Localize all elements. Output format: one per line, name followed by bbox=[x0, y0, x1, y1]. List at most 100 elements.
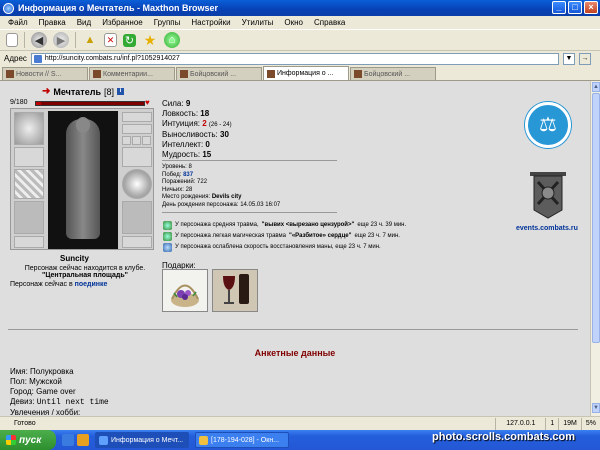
boots-slot[interactable] bbox=[122, 201, 152, 234]
tab-combats-2[interactable]: Бойцовский ... bbox=[350, 67, 436, 80]
media-icon[interactable] bbox=[77, 434, 89, 446]
tab-news[interactable]: Новости // S... bbox=[2, 67, 88, 80]
stat-agility: Ловкость: 18 bbox=[162, 109, 232, 119]
hp-text: 9/180 bbox=[10, 99, 28, 106]
menu-help[interactable]: Справка bbox=[314, 18, 345, 27]
profile-label: Имя: bbox=[10, 367, 28, 376]
minimize-button[interactable]: _ bbox=[552, 1, 566, 14]
info-value: 8 bbox=[188, 164, 192, 170]
address-go-icon[interactable]: → bbox=[578, 52, 591, 65]
stat-label: Ловкость: bbox=[162, 109, 199, 118]
scroll-up-icon[interactable]: ▲ bbox=[592, 82, 600, 92]
profile-data: Имя: Полукровка Пол: Мужской Город: Game… bbox=[10, 367, 109, 416]
menu-file[interactable]: Файл bbox=[8, 18, 28, 27]
menu-window[interactable]: Окно bbox=[284, 18, 303, 27]
scrollbar-thumb[interactable] bbox=[592, 93, 600, 343]
stat-value: 15 bbox=[202, 150, 212, 159]
info-icon[interactable]: i bbox=[117, 88, 124, 95]
address-input[interactable]: http://suncity.combats.ru/inf.pl?1052914… bbox=[30, 52, 559, 65]
status-memory: 19M bbox=[558, 417, 581, 430]
stat-label: Мудрость: bbox=[162, 150, 201, 159]
effect-time: еще 23 ч. 7 мин. bbox=[354, 233, 400, 239]
judges-logo[interactable]: ⚖ bbox=[525, 102, 571, 148]
tab-favicon-icon bbox=[6, 70, 14, 78]
duel-link[interactable]: поединке bbox=[75, 281, 108, 288]
start-button[interactable]: пуск bbox=[0, 430, 56, 450]
gloves-slot[interactable] bbox=[122, 147, 152, 167]
tab-favicon-icon bbox=[180, 70, 188, 78]
favorites-star-icon[interactable]: ★ bbox=[142, 32, 158, 48]
events-link[interactable]: events.combats.ru bbox=[516, 225, 578, 232]
close-button[interactable]: × bbox=[584, 1, 598, 14]
quick-launch bbox=[62, 434, 89, 446]
location-place: "Центральная площадь" bbox=[42, 272, 128, 279]
character-silhouette bbox=[48, 111, 118, 249]
amulet-slot[interactable] bbox=[122, 124, 152, 134]
info-value[interactable]: 837 bbox=[183, 172, 193, 178]
bracers-slot[interactable] bbox=[14, 147, 44, 167]
refresh-icon[interactable]: ↻ bbox=[123, 33, 136, 47]
equipment-panel bbox=[10, 108, 154, 250]
scroll-down-icon[interactable]: ▼ bbox=[592, 403, 600, 413]
profile-motto: Девиз: Until next time bbox=[10, 397, 109, 408]
hp-bar bbox=[35, 101, 145, 106]
taskbar-item-window[interactable]: [178-194-028] - Окн... bbox=[195, 432, 289, 448]
info-label: Уровень: bbox=[162, 164, 187, 170]
info-draws: Ничьих: 28 bbox=[162, 187, 280, 195]
taskbar-item-browser[interactable]: Информация о Мечт... bbox=[95, 432, 189, 448]
address-dropdown-icon[interactable]: ▼ bbox=[562, 52, 575, 65]
effect-name: "«Разбитое» сердце" bbox=[289, 233, 352, 239]
hp-bar-fill bbox=[36, 102, 42, 105]
red-arrow-icon: ➜ bbox=[42, 86, 51, 97]
profile-label: Город: bbox=[10, 387, 34, 396]
menu-favorites[interactable]: Избранное bbox=[102, 18, 143, 27]
windows-logo-icon bbox=[6, 435, 16, 445]
ring1-slot[interactable] bbox=[122, 136, 131, 145]
pocket-slot[interactable] bbox=[122, 236, 152, 248]
info-level: Уровень: 8 bbox=[162, 164, 280, 172]
toolbar-separator bbox=[24, 32, 25, 48]
shield-slot[interactable] bbox=[122, 169, 152, 199]
vertical-scrollbar[interactable]: ▲ ▼ bbox=[590, 81, 600, 416]
menu-view[interactable]: Вид bbox=[77, 18, 91, 27]
up-icon[interactable]: ▲ bbox=[82, 32, 98, 48]
menu-settings[interactable]: Настройки bbox=[191, 18, 230, 27]
profile-label: Увлечения / хобби: bbox=[10, 408, 81, 416]
info-birthplace: Место рождения: Devils city bbox=[162, 194, 280, 202]
home-icon[interactable]: ⌂ bbox=[164, 32, 180, 48]
stat-intuition: Интуиция: 2 (26 - 24) bbox=[162, 119, 232, 130]
belt-slot[interactable] bbox=[14, 236, 44, 248]
stop-icon[interactable]: ✕ bbox=[104, 33, 117, 47]
helmet-slot[interactable] bbox=[14, 112, 44, 145]
watermark: photo.scrolls.combats.com bbox=[432, 431, 576, 443]
ie-icon[interactable] bbox=[62, 434, 74, 446]
silhouette-head bbox=[76, 117, 90, 133]
menu-groups[interactable]: Группы bbox=[154, 18, 181, 27]
ring3-slot[interactable] bbox=[142, 136, 151, 145]
ring2-slot[interactable] bbox=[132, 136, 141, 145]
weapon-slot[interactable] bbox=[14, 169, 44, 199]
new-page-icon[interactable] bbox=[6, 33, 18, 47]
menu-edit[interactable]: Правка bbox=[39, 18, 66, 27]
gift-wine[interactable] bbox=[212, 269, 258, 312]
events-logo[interactable] bbox=[528, 170, 568, 220]
tab-comments[interactable]: Комментарии... bbox=[89, 67, 175, 80]
trauma-icon bbox=[163, 232, 172, 241]
mana-icon bbox=[163, 243, 172, 252]
earrings-slot[interactable] bbox=[122, 112, 152, 122]
menu-tools[interactable]: Утилиты bbox=[242, 18, 274, 27]
armor-slot[interactable] bbox=[14, 201, 44, 234]
maximize-button[interactable]: □ bbox=[568, 1, 582, 14]
address-url[interactable]: http://suncity.combats.ru/inf.pl?1052914… bbox=[45, 55, 180, 62]
back-icon[interactable]: ◀ bbox=[31, 32, 47, 48]
status-ip: 127.0.0.1 bbox=[495, 417, 545, 430]
gift-flower-basket[interactable] bbox=[162, 269, 208, 312]
tab-combats-1[interactable]: Бойцовский ... bbox=[176, 67, 262, 80]
forward-icon[interactable]: ▶ bbox=[53, 32, 69, 48]
window-titlebar: Информация о Мечтатель - Maxthon Browser… bbox=[0, 0, 600, 16]
divider bbox=[162, 212, 337, 213]
tab-character-info[interactable]: Информация о ... bbox=[263, 66, 349, 80]
effect-text: У персонажа ослаблена скорость восстанов… bbox=[175, 244, 381, 250]
profile-label: Девиз: bbox=[10, 397, 35, 406]
wine-glass-icon bbox=[213, 270, 257, 311]
